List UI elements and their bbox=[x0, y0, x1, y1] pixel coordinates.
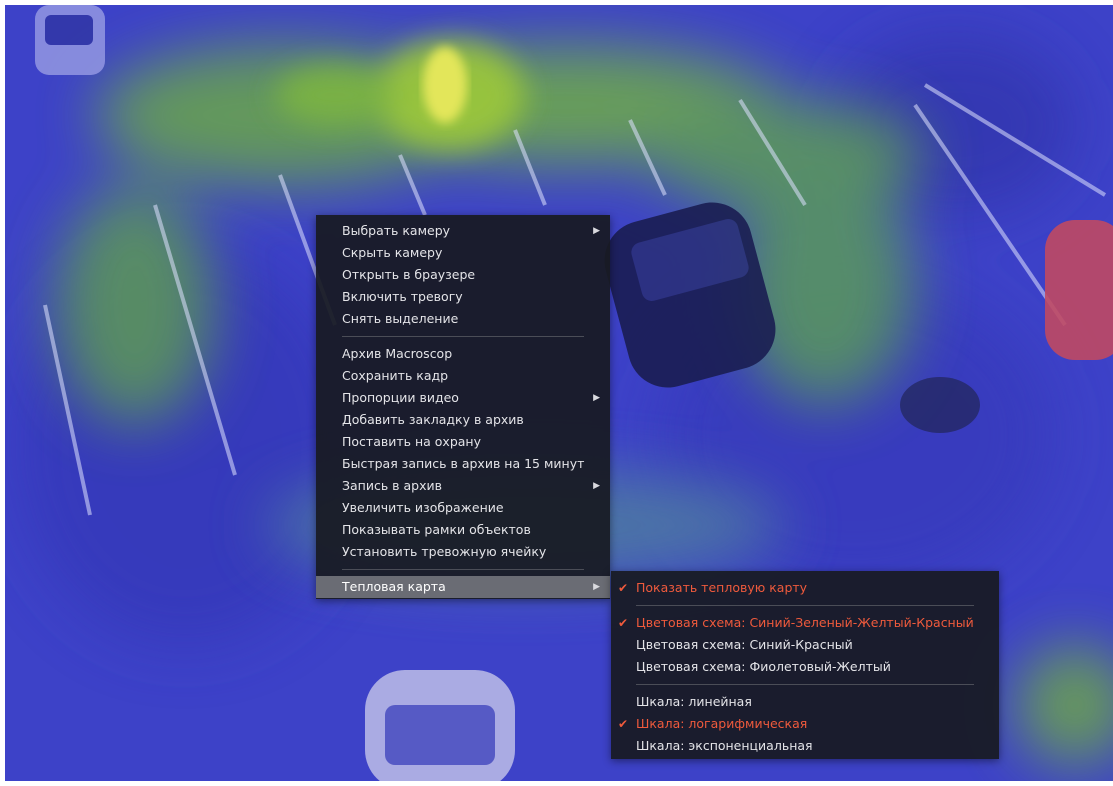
menu-item-cvetovaya-shema-fioletovyy-zheltyy[interactable]: Цветовая схема: Фиолетовый-Желтый bbox=[611, 656, 999, 678]
menu-item-shkala-eksponencialnaya[interactable]: Шкала: экспоненциальная bbox=[611, 735, 999, 757]
menu-item-label: Тепловая карта bbox=[342, 579, 446, 594]
menu-item-label: Цветовая схема: Синий-Красный bbox=[636, 637, 853, 652]
menu-item-shkala-logarifmicheskaya[interactable]: ✔ Шкала: логарифмическая bbox=[611, 713, 999, 735]
menu-item-label: Показать тепловую карту bbox=[636, 580, 808, 595]
menu-item-label: Шкала: линейная bbox=[636, 694, 752, 709]
menu-item-sohranit-kadr[interactable]: Сохранить кадр bbox=[316, 365, 610, 387]
menu-item-label: Быстрая запись в архив на 15 минут bbox=[342, 456, 585, 471]
menu-item-label: Добавить закладку в архив bbox=[342, 412, 524, 427]
menu-item-label: Запись в архив bbox=[342, 478, 443, 493]
menu-item-otkryt-v-brauzere[interactable]: Открыть в браузере bbox=[316, 264, 610, 286]
menu-item-arhiv-macroscop[interactable]: Архив Macroscop bbox=[316, 343, 610, 365]
check-icon: ✔ bbox=[618, 581, 629, 595]
menu-item-label: Скрыть камеру bbox=[342, 245, 443, 260]
menu-item-skryt-kameru[interactable]: Скрыть камеру bbox=[316, 242, 610, 264]
menu-item-shkala-lineynaya[interactable]: Шкала: линейная bbox=[611, 691, 999, 713]
menu-item-label: Пропорции видео bbox=[342, 390, 459, 405]
menu-item-label: Шкала: экспоненциальная bbox=[636, 738, 813, 753]
menu-item-label: Поставить на охрану bbox=[342, 434, 481, 449]
menu-item-label: Архив Macroscop bbox=[342, 346, 453, 361]
menu-item-pokazat-teplovuyu-kartu[interactable]: ✔ Показать тепловую карту bbox=[611, 577, 999, 599]
menu-item-ustanovit-trevozhnuyu-yacheyku[interactable]: Установить тревожную ячейку bbox=[316, 541, 610, 563]
menu-item-cvetovaya-shema-siniy-zelenyy-zheltyy-krasnyy[interactable]: ✔ Цветовая схема: Синий-Зеленый-Желтый-Кр… bbox=[611, 612, 999, 634]
menu-item-label: Сохранить кадр bbox=[342, 368, 449, 383]
menu-item-label: Включить тревогу bbox=[342, 289, 463, 304]
menu-separator bbox=[636, 605, 974, 606]
menu-item-proporcii-video[interactable]: Пропорции видео ▶ bbox=[316, 387, 610, 409]
menu-item-label: Установить тревожную ячейку bbox=[342, 544, 547, 559]
context-menu: Выбрать камеру ▶ Скрыть камеру Открыть в бр… bbox=[316, 215, 610, 599]
submenu-arrow-icon: ▶ bbox=[593, 481, 600, 491]
heatmap-submenu: ✔ Показать тепловую карту ✔ Цветовая схема:… bbox=[611, 571, 999, 759]
menu-item-vybrat-kameru[interactable]: Выбрать камеру ▶ bbox=[316, 220, 610, 242]
menu-item-label: Шкала: логарифмическая bbox=[636, 716, 808, 731]
menu-item-vklyuchit-trevogu[interactable]: Включить тревогу bbox=[316, 286, 610, 308]
menu-item-label: Увеличить изображение bbox=[342, 500, 504, 515]
submenu-arrow-icon: ▶ bbox=[593, 226, 600, 236]
menu-item-zapis-v-arhiv[interactable]: Запись в архив ▶ bbox=[316, 475, 610, 497]
menu-item-label: Цветовая схема: Фиолетовый-Желтый bbox=[636, 659, 891, 674]
menu-item-postavit-na-ohranu[interactable]: Поставить на охрану bbox=[316, 431, 610, 453]
menu-item-dobavit-zakladku-v-arhiv[interactable]: Добавить закладку в архив bbox=[316, 409, 610, 431]
menu-item-pokazyvat-ramki-obektov[interactable]: Показывать рамки объектов bbox=[316, 519, 610, 541]
menu-item-snyat-vydelenie[interactable]: Снять выделение bbox=[316, 308, 610, 330]
check-icon: ✔ bbox=[618, 616, 629, 630]
menu-separator bbox=[342, 569, 584, 570]
menu-item-label: Показывать рамки объектов bbox=[342, 522, 531, 537]
menu-item-teplovaya-karta[interactable]: Тепловая карта ▶ bbox=[316, 576, 610, 598]
menu-item-label: Открыть в браузере bbox=[342, 267, 476, 282]
check-icon: ✔ bbox=[618, 717, 629, 731]
menu-item-label: Цветовая схема: Синий-Зеленый-Желтый-Кра… bbox=[636, 615, 974, 630]
menu-item-label: Выбрать камеру bbox=[342, 223, 451, 238]
menu-item-label: Снять выделение bbox=[342, 311, 459, 326]
menu-item-uvelichit-izobrazhenie[interactable]: Увеличить изображение bbox=[316, 497, 610, 519]
menu-item-bystraya-zapis-v-arhiv-na-15-minut[interactable]: Быстрая запись в архив на 15 минут bbox=[316, 453, 610, 475]
submenu-arrow-icon: ▶ bbox=[593, 393, 600, 403]
menu-item-cvetovaya-shema-siniy-krasnyy[interactable]: Цветовая схема: Синий-Красный bbox=[611, 634, 999, 656]
submenu-arrow-icon: ▶ bbox=[593, 582, 600, 592]
menu-separator bbox=[342, 336, 584, 337]
menu-separator bbox=[636, 684, 974, 685]
